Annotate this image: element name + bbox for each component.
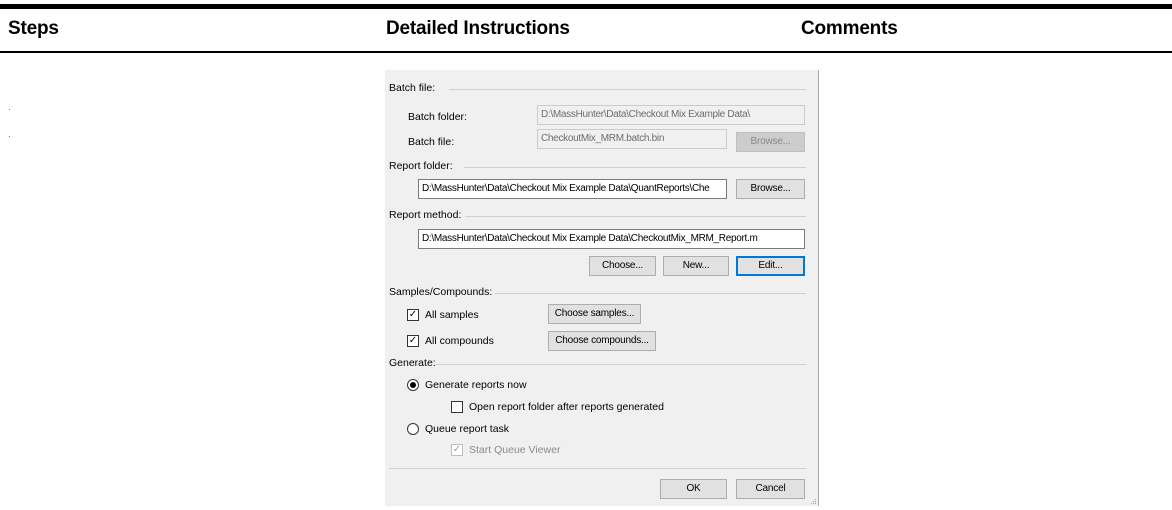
generate-report-dialog: Batch file: Batch folder: D:\MassHunter\…: [385, 70, 819, 506]
edit-method-button[interactable]: Edit...: [736, 256, 805, 276]
all-samples-label: All samples: [425, 309, 479, 321]
report-folder-field[interactable]: D:\MassHunter\Data\Checkout Mix Example …: [418, 179, 727, 199]
open-folder-label: Open report folder after reports generat…: [469, 401, 664, 413]
generate-now-radio[interactable]: [407, 379, 419, 391]
generate-now-label: Generate reports now: [425, 379, 527, 391]
choose-method-button[interactable]: Choose...: [589, 256, 656, 276]
batch-browse-button: Browse...: [736, 132, 805, 152]
cancel-button[interactable]: Cancel: [736, 479, 805, 499]
check-icon: ✓: [408, 335, 418, 346]
batch-folder-field: D:\MassHunter\Data\Checkout Mix Example …: [537, 105, 805, 125]
queue-task-radio[interactable]: [407, 423, 419, 435]
stray-mark: [9, 109, 10, 110]
ok-button[interactable]: OK: [660, 479, 727, 499]
stray-mark: [9, 136, 10, 137]
samples-compounds-group-label: Samples/Compounds:: [389, 286, 493, 298]
group-divider: [465, 216, 806, 217]
report-folder-browse-button[interactable]: Browse...: [736, 179, 805, 199]
new-method-button[interactable]: New...: [663, 256, 729, 276]
group-divider: [495, 293, 806, 294]
steps-header: Steps: [8, 18, 59, 39]
report-method-field[interactable]: D:\MassHunter\Data\Checkout Mix Example …: [418, 229, 805, 249]
resize-grip-icon[interactable]: [809, 497, 817, 505]
start-queue-checkbox: ✓: [451, 444, 463, 456]
group-divider: [464, 167, 806, 168]
queue-task-label: Queue report task: [425, 423, 510, 435]
all-samples-checkbox[interactable]: ✓: [407, 309, 419, 321]
all-compounds-label: All compounds: [425, 335, 494, 347]
report-folder-group-label: Report folder:: [389, 160, 453, 172]
check-icon: ✓: [408, 309, 418, 320]
batch-file-group-label: Batch file:: [389, 82, 436, 94]
choose-compounds-button[interactable]: Choose compounds...: [548, 331, 656, 351]
group-divider: [449, 89, 806, 90]
check-icon: ✓: [452, 444, 462, 455]
comments-header: Comments: [801, 18, 898, 39]
table-top-rule: [0, 4, 1172, 9]
instructions-header: Detailed Instructions: [386, 18, 570, 39]
batch-file-label: Batch file:: [408, 136, 455, 148]
batch-file-field: CheckoutMix_MRM.batch.bin: [537, 129, 727, 149]
generate-group-label: Generate:: [389, 357, 436, 369]
report-method-group-label: Report method:: [389, 209, 462, 221]
group-divider: [435, 364, 806, 365]
radio-selected-icon: [410, 382, 416, 388]
choose-samples-button[interactable]: Choose samples...: [548, 304, 641, 324]
open-folder-checkbox[interactable]: [451, 401, 463, 413]
footer-divider: [389, 468, 806, 469]
all-compounds-checkbox[interactable]: ✓: [407, 335, 419, 347]
batch-folder-label: Batch folder:: [408, 111, 467, 123]
table-header-rule: [0, 51, 1172, 53]
start-queue-label: Start Queue Viewer: [469, 444, 561, 456]
